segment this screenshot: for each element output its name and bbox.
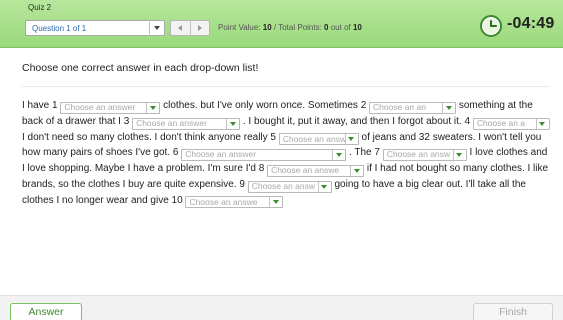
chevron-down-icon: [535, 118, 548, 129]
dropdown-placeholder: Choose an answ: [282, 133, 345, 144]
total-points: 0: [324, 23, 329, 32]
chevron-down-icon: [226, 118, 238, 129]
chevron-down-icon: [350, 165, 362, 176]
passage-text: . I bought it, put it away, and then I f…: [240, 115, 473, 127]
out-of-label: out of: [330, 23, 351, 32]
question-navigation: [170, 20, 210, 36]
answer-dropdown-7[interactable]: Choose an answ: [382, 149, 467, 161]
answer-dropdown-8[interactable]: Choose an answe: [267, 164, 365, 177]
passage-text: I have 1: [22, 100, 61, 111]
passage-text: I don't need so many clothes. I don't th…: [22, 131, 279, 143]
clock-icon: [480, 15, 502, 37]
dropdown-placeholder: Choose an an: [373, 102, 426, 112]
dropdown-placeholder: Choose an answ: [386, 149, 451, 160]
out-of-value: 10: [352, 23, 362, 32]
question-selector-label: Question 1 of 1: [32, 23, 87, 33]
answer-dropdown-1[interactable]: Choose an answer: [60, 101, 161, 114]
instruction-text: Choose one correct answer in each drop-d…: [22, 62, 259, 74]
countdown-timer: -04:49: [507, 15, 555, 32]
points-summary: Point Value: 10 / Total Points: 0 out of…: [218, 23, 362, 32]
question-selector[interactable]: Question 1 of 1: [25, 20, 165, 36]
chevron-down-icon: [332, 150, 344, 160]
divider: [22, 86, 550, 87]
finish-button[interactable]: Finish: [473, 303, 553, 320]
total-points-label: Total Points:: [278, 23, 322, 32]
dropdown-placeholder: Choose an answer: [136, 117, 207, 128]
dropdown-placeholder: Choose an answe: [271, 165, 340, 175]
arrow-left-icon: [178, 25, 183, 31]
points-separator: /: [273, 23, 277, 32]
cloze-passage: I have 1 Choose an answer clothes. but I…: [22, 98, 552, 209]
quiz-title: Quiz 2: [28, 3, 52, 12]
point-value: 10: [262, 23, 272, 32]
dropdown-placeholder: Choose an a: [476, 117, 526, 128]
dropdown-placeholder: Choose an answ: [251, 180, 316, 191]
answer-dropdown-4[interactable]: Choose an a: [472, 117, 550, 130]
answer-dropdown-6[interactable]: Choose an answer: [181, 149, 347, 161]
dropdown-placeholder: Choose an answer: [185, 149, 257, 160]
answer-dropdown-3[interactable]: Choose an answer: [132, 117, 241, 130]
passage-text: . The 7: [346, 147, 383, 159]
chevron-down-icon: [452, 150, 465, 160]
answer-dropdown-5[interactable]: Choose an answ: [278, 133, 359, 146]
answer-dropdown-10[interactable]: Choose an answe: [185, 196, 284, 209]
chevron-down-icon: [149, 22, 163, 34]
answer-dropdown-9[interactable]: Choose an answ: [247, 180, 332, 193]
dropdown-placeholder: Choose an answer: [64, 102, 136, 112]
chevron-down-icon: [317, 181, 330, 192]
quiz-header: Quiz 2 Question 1 of 1 Point Value: 10 /…: [0, 0, 563, 48]
previous-question-button[interactable]: [171, 21, 190, 35]
answer-dropdown-2[interactable]: Choose an an: [369, 101, 457, 114]
chevron-down-icon: [344, 134, 357, 145]
chevron-down-icon: [269, 197, 281, 208]
chevron-down-icon: [146, 102, 158, 113]
answer-button[interactable]: Answer: [10, 303, 82, 320]
chevron-down-icon: [442, 102, 454, 113]
next-question-button[interactable]: [189, 21, 210, 35]
point-value-label: Point Value:: [218, 23, 261, 32]
passage-text: clothes. but I've only worn once. Someti…: [160, 100, 370, 111]
dropdown-placeholder: Choose an answe: [189, 196, 258, 207]
arrow-right-icon: [197, 25, 202, 31]
